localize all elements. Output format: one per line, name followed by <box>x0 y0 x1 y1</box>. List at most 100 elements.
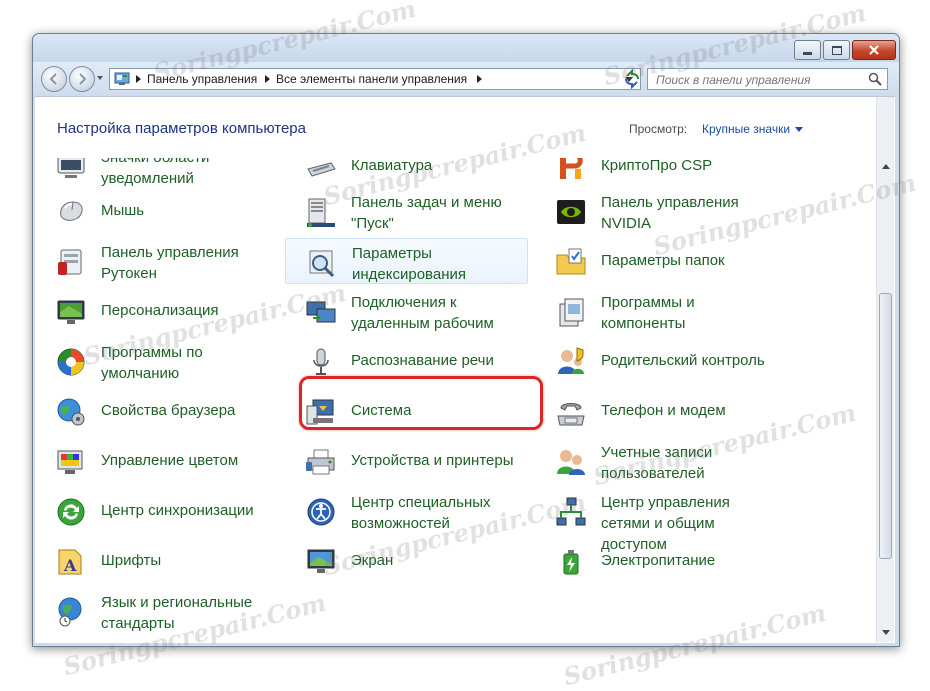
item-accessibility[interactable]: Центр специальных возможностей <box>285 488 525 534</box>
page-title: Настройка параметров компьютера <box>57 120 306 137</box>
refresh-icon <box>625 68 639 90</box>
item-label: Параметры индексирования <box>352 245 466 283</box>
minimize-button[interactable] <box>794 40 821 60</box>
recent-pages-dropdown[interactable] <box>97 76 103 80</box>
refresh-button[interactable] <box>621 68 643 90</box>
color-management-icon <box>57 450 83 474</box>
personalization-icon <box>57 300 85 324</box>
scroll-up-button[interactable] <box>877 158 894 175</box>
close-icon <box>869 45 879 55</box>
item-personalization[interactable]: Персонализация <box>35 288 275 334</box>
item-region-language[interactable]: Язык и региональные стандарты <box>35 588 275 634</box>
back-arrow-icon <box>49 73 57 85</box>
view-label: Просмотр: <box>629 122 688 136</box>
item-label: КриптоПро CSP <box>601 158 713 174</box>
close-button[interactable] <box>852 40 896 60</box>
item-phone-modem[interactable]: Телефон и модем <box>535 388 775 434</box>
item-label: Родительский контроль <box>601 352 765 369</box>
item-label: Центр специальных возможностей <box>351 494 491 532</box>
item-color-management[interactable]: Управление цветом <box>35 438 275 484</box>
power-options-icon <box>563 550 579 575</box>
maximize-button[interactable] <box>823 40 850 60</box>
item-network-center[interactable]: Центр управления сетями и общим доступом <box>535 488 775 553</box>
item-label: Учетные записи пользователей <box>601 444 713 482</box>
forward-arrow-icon <box>79 73 87 85</box>
remote-desktop-icon <box>306 301 336 323</box>
vertical-scrollbar[interactable] <box>876 97 894 642</box>
nvidia-icon <box>557 200 585 224</box>
item-label: Панель управления Рутокен <box>101 244 239 282</box>
search-icon[interactable] <box>868 72 882 86</box>
item-internet-options[interactable]: Свойства браузера <box>35 388 275 434</box>
search-box[interactable] <box>647 68 888 90</box>
item-label: Параметры папок <box>601 252 725 269</box>
item-label: Центр синхронизации <box>101 502 254 519</box>
search-input[interactable] <box>654 72 858 88</box>
scroll-down-button[interactable] <box>877 624 894 641</box>
display-icon <box>307 549 335 573</box>
item-nvidia[interactable]: Панель управления NVIDIA <box>535 188 775 234</box>
item-rutoken[interactable]: Панель управления Рутокен <box>35 238 275 284</box>
fonts-icon: A <box>58 549 82 575</box>
view-mode-dropdown[interactable]: Крупные значки <box>702 122 804 136</box>
back-button[interactable] <box>41 66 67 92</box>
item-sync-center[interactable]: Центр синхронизации <box>35 488 275 534</box>
item-devices-printers[interactable]: Устройства и принтеры <box>285 438 525 484</box>
item-mouse[interactable]: Мышь <box>35 188 275 234</box>
item-default-programs[interactable]: Программы по умолчанию <box>35 338 275 384</box>
parental-controls-icon <box>558 347 584 374</box>
region-language-icon <box>58 597 82 627</box>
item-label: Мышь <box>101 202 145 219</box>
item-display[interactable]: Экран <box>285 538 525 584</box>
highlight-annotation <box>299 376 543 430</box>
address-bar[interactable]: Панель управления Все элементы панели уп… <box>109 68 641 90</box>
item-label: Шрифты <box>101 552 162 569</box>
breadcrumb-separator-icon <box>477 75 482 83</box>
item-label: Управление цветом <box>101 452 239 469</box>
scrollbar-thumb[interactable] <box>879 293 892 559</box>
item-remote-desktop[interactable]: Подключения к удаленным рабочим <box>285 288 525 334</box>
breadcrumb-control-panel[interactable]: Панель управления <box>147 72 257 86</box>
phone-modem-icon <box>557 403 585 426</box>
item-power-options[interactable]: Электропитание <box>535 538 775 584</box>
breadcrumb-separator-icon <box>265 75 270 83</box>
item-notification-area[interactable]: Значки области уведомлений <box>35 158 275 189</box>
item-label: Программы по умолчанию <box>101 344 203 382</box>
internet-options-icon <box>57 398 85 426</box>
item-label: Клавиатура <box>351 158 433 174</box>
item-label: Распознавание речи <box>351 352 494 369</box>
item-folder-options[interactable]: Параметры папок <box>535 238 775 284</box>
content-area: Настройка параметров компьютера Просмотр… <box>35 96 895 643</box>
programs-features-icon <box>559 298 584 327</box>
taskbar-icon <box>307 198 335 227</box>
item-keyboard[interactable]: Клавиатура <box>285 158 525 189</box>
forward-button[interactable] <box>69 66 95 92</box>
default-programs-icon <box>57 348 85 376</box>
breadcrumb-all-items[interactable]: Все элементы панели управления <box>276 72 467 86</box>
title-bar[interactable] <box>33 34 899 62</box>
scroll-down-icon <box>881 630 890 635</box>
item-label: Свойства браузера <box>101 402 236 419</box>
item-label: Значки области уведомлений <box>101 158 209 187</box>
item-parental-controls[interactable]: Родительский контроль <box>535 338 775 384</box>
item-indexing[interactable]: Параметры индексирования <box>285 238 528 284</box>
item-user-accounts[interactable]: Учетные записи пользователей <box>535 438 775 484</box>
item-label: Панель задач и меню "Пуск" <box>351 194 502 232</box>
minimize-icon <box>803 51 812 55</box>
accessibility-icon <box>307 498 335 526</box>
cryptopro-icon <box>560 158 583 179</box>
item-label: Панель управления NVIDIA <box>601 194 739 232</box>
item-label: Устройства и принтеры <box>351 452 514 469</box>
scroll-up-icon <box>881 164 890 169</box>
item-taskbar[interactable]: Панель задач и меню "Пуск" <box>285 188 525 234</box>
item-cryptopro[interactable]: КриптоПро CSP <box>535 158 775 189</box>
rutoken-icon <box>58 249 82 275</box>
item-programs-features[interactable]: Программы и компоненты <box>535 288 775 334</box>
control-panel-icon <box>114 72 130 85</box>
sync-center-icon <box>57 498 85 526</box>
item-fonts[interactable]: A Шрифты <box>35 538 275 584</box>
svg-text:A: A <box>63 556 77 575</box>
navigation-bar: Панель управления Все элементы панели уп… <box>33 62 899 96</box>
mouse-icon <box>60 201 83 221</box>
maximize-icon <box>831 45 842 55</box>
